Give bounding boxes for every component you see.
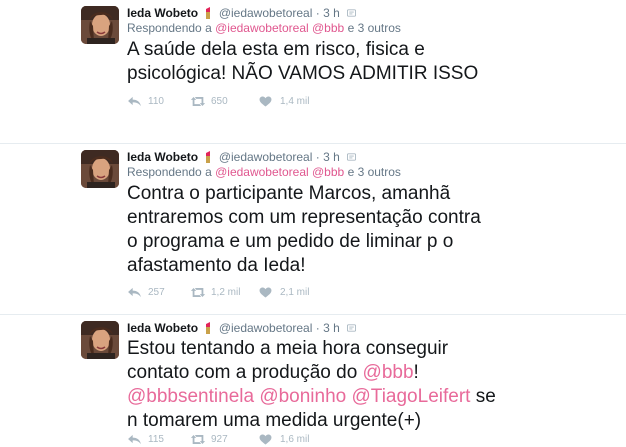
author-handle[interactable]: @iedawobetoreal bbox=[219, 6, 313, 20]
author-name[interactable]: Ieda Wobeto bbox=[127, 321, 198, 335]
lipstick-icon bbox=[203, 322, 213, 334]
tweet[interactable]: Ieda Wobeto @iedawobetoreal · 3 h Respon… bbox=[0, 144, 626, 315]
tweet[interactable]: Ieda Wobeto @iedawobetoreal · 3 h Estou … bbox=[0, 315, 626, 445]
avatar[interactable] bbox=[81, 6, 119, 44]
retweet-count: 1,2 mil bbox=[211, 287, 241, 298]
reply-suffix[interactable]: e 3 outros bbox=[348, 21, 401, 35]
reply-icon bbox=[127, 287, 142, 298]
author-handle[interactable]: @iedawobetoreal bbox=[219, 321, 313, 335]
author-handle[interactable]: @iedawobetoreal bbox=[219, 150, 313, 164]
heart-icon bbox=[259, 434, 272, 445]
avatar-image bbox=[81, 321, 119, 359]
reply-links[interactable]: @iedawobetoreal @bbb bbox=[215, 165, 344, 179]
heart-icon bbox=[259, 287, 272, 298]
bird-icon bbox=[347, 9, 356, 17]
lipstick-icon bbox=[203, 151, 213, 163]
bird-icon bbox=[347, 324, 356, 332]
mention-bbb[interactable]: @bbb bbox=[363, 362, 414, 383]
separator-dot: · bbox=[315, 150, 320, 164]
tweet[interactable]: Ieda Wobeto @iedawobetoreal · 3 h Respon… bbox=[0, 0, 626, 144]
reply-prefix: Respondendo a bbox=[127, 21, 212, 35]
like-count: 2,1 mil bbox=[280, 287, 310, 298]
reply-suffix[interactable]: e 3 outros bbox=[348, 165, 401, 179]
replying-to: Respondendo a @iedawobetoreal @bbb e 3 o… bbox=[127, 21, 401, 35]
mention-line[interactable]: @bbbsentinela @boninho @TiagoLeifert bbox=[127, 386, 470, 407]
tweet-text-part: ! bbox=[413, 362, 419, 383]
reply-prefix: Respondendo a bbox=[127, 165, 212, 179]
heart-icon bbox=[259, 96, 272, 107]
timestamp[interactable]: 3 h bbox=[323, 6, 340, 20]
reply-count: 110 bbox=[148, 96, 164, 107]
separator-dot: · bbox=[315, 321, 320, 335]
reply-icon bbox=[127, 96, 142, 107]
tweet-header: Ieda Wobeto @iedawobetoreal · 3 h bbox=[127, 150, 356, 164]
reply-icon bbox=[127, 434, 142, 445]
timestamp[interactable]: 3 h bbox=[323, 321, 340, 335]
reply-count: 257 bbox=[148, 287, 165, 298]
reply-links[interactable]: @iedawobetoreal @bbb bbox=[215, 21, 344, 35]
separator-dot: · bbox=[315, 6, 320, 20]
author-name[interactable]: Ieda Wobeto bbox=[127, 6, 198, 20]
avatar[interactable] bbox=[81, 150, 119, 188]
lipstick-icon bbox=[203, 7, 213, 19]
tweet-text: Contra o participante Marcos, amanhã ent… bbox=[127, 183, 481, 276]
tweet-header: Ieda Wobeto @iedawobetoreal · 3 h bbox=[127, 321, 356, 335]
retweet-icon bbox=[190, 434, 206, 445]
tweet-header: Ieda Wobeto @iedawobetoreal · 3 h bbox=[127, 6, 356, 20]
avatar[interactable] bbox=[81, 321, 119, 359]
replying-to: Respondendo a @iedawobetoreal @bbb e 3 o… bbox=[127, 165, 401, 179]
bird-icon bbox=[347, 153, 356, 161]
tweet-text: Estou tentando a meia hora conseguir con… bbox=[127, 337, 567, 433]
avatar-image bbox=[81, 150, 119, 188]
tweet-text: A saúde dela esta em risco, fisica e psi… bbox=[127, 39, 479, 84]
retweet-count: 650 bbox=[211, 96, 228, 107]
timestamp[interactable]: 3 h bbox=[323, 150, 340, 164]
author-name[interactable]: Ieda Wobeto bbox=[127, 150, 198, 164]
like-count: 1,4 mil bbox=[280, 96, 310, 107]
avatar-image bbox=[81, 6, 119, 44]
retweet-icon bbox=[190, 96, 206, 107]
retweet-icon bbox=[190, 287, 206, 298]
